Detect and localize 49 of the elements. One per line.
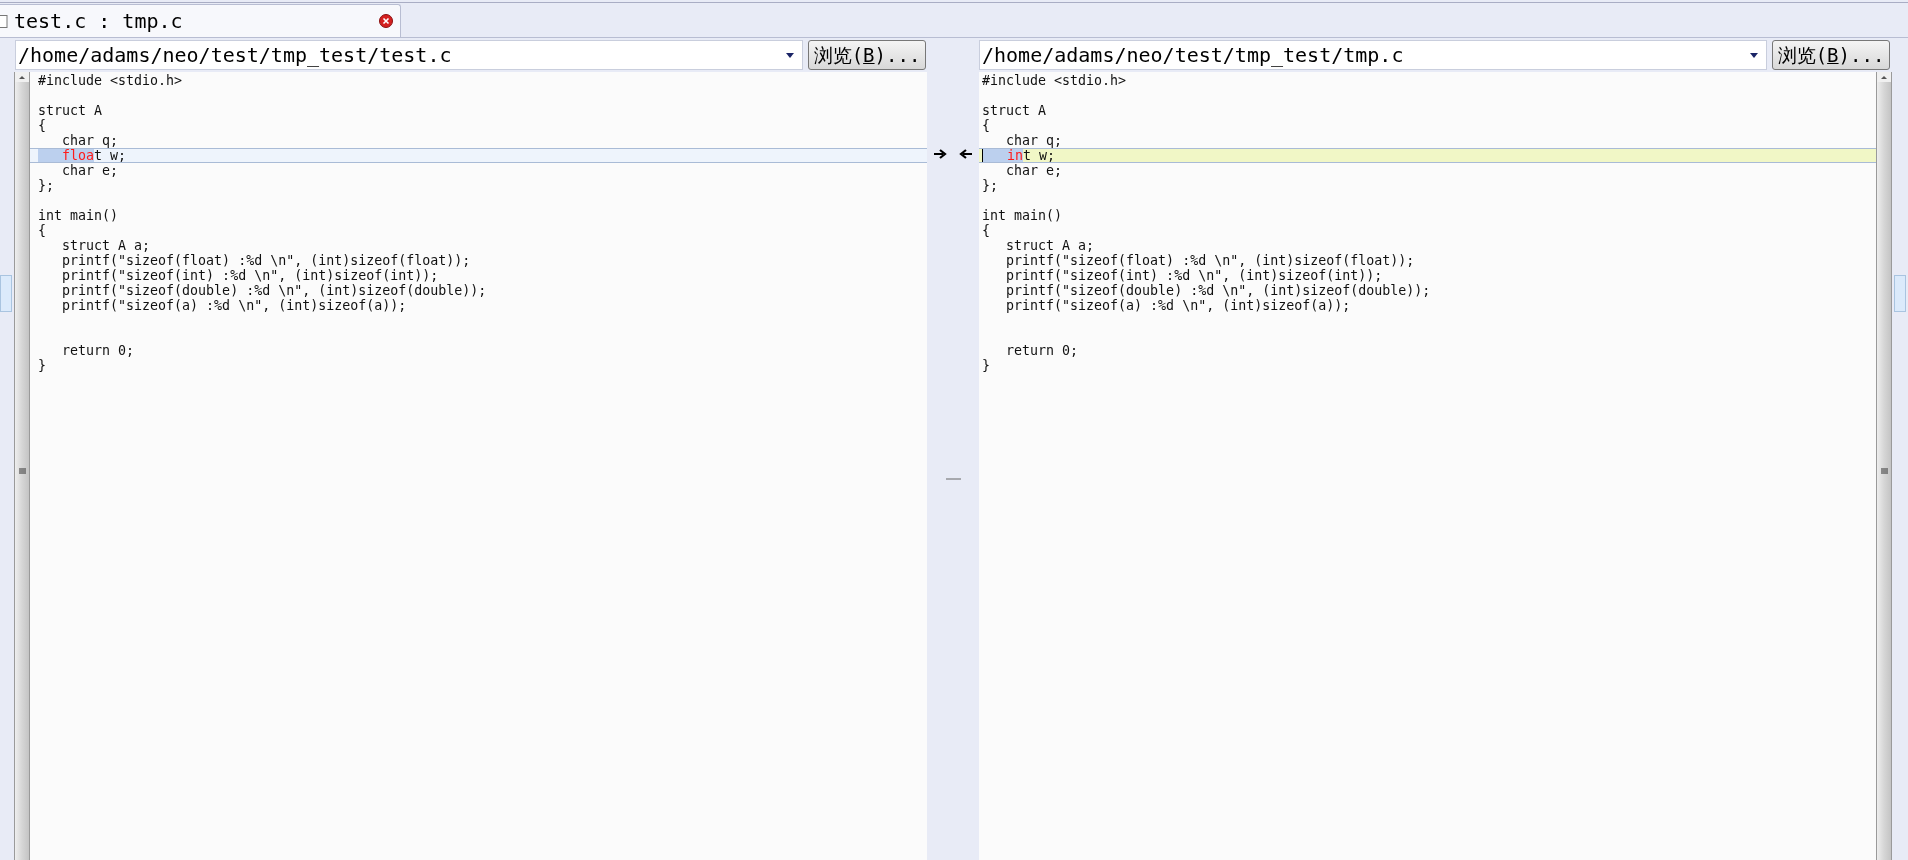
document-icon (0, 14, 8, 28)
arrow-left-icon[interactable] (959, 148, 973, 160)
code-line: printf("sizeof(a) :%d \n", (int)sizeof(a)); (1006, 299, 1351, 312)
code-line: int w; (1007, 149, 1056, 162)
code-line: printf("sizeof(int) :%d \n", (int)sizeof(int)); (1006, 269, 1383, 282)
arrow-right-icon[interactable] (933, 148, 947, 160)
grip-icon (1880, 467, 1888, 475)
code-line: struct A a; (62, 239, 151, 252)
close-icon[interactable] (379, 14, 393, 28)
code-line: printf("sizeof(a) :%d \n", (int)sizeof(a)); (62, 299, 407, 312)
code-line: printf("sizeof(float) :%d \n", (int)sizeof(float)); (1006, 254, 1415, 267)
grip-icon (18, 467, 26, 475)
code-line: { (982, 119, 990, 132)
code-line: }; (982, 179, 998, 192)
code-line: printf("sizeof(double) :%d \n", (int)sizeof(double)); (1006, 284, 1431, 297)
diff-overview-marker (0, 275, 12, 312)
code-line: printf("sizeof(int) :%d \n", (int)sizeof(int)); (62, 269, 439, 282)
dropdown-caret-icon (786, 52, 794, 58)
code-line: int main() (38, 209, 119, 222)
splitter-handle-icon[interactable] (945, 478, 961, 480)
code-line: { (38, 119, 46, 132)
code-line: { (38, 224, 46, 237)
file-tab[interactable]: test.c : tmp.c (0, 4, 401, 37)
path-dropdown[interactable]: /home/adams/neo/test/tmp_test/tmp.c (979, 40, 1767, 70)
code-line: printf("sizeof(double) :%d \n", (int)sizeof(double)); (62, 284, 487, 297)
code-line: struct A (982, 104, 1047, 117)
code-line: char e; (62, 164, 119, 177)
code-line: struct A (38, 104, 103, 117)
scrollbar[interactable] (14, 72, 30, 860)
code-line: #include <stdio.h> (38, 74, 183, 87)
code-line: int main() (982, 209, 1063, 222)
path-dropdown[interactable]: /home/adams/neo/test/tmp_test/test.c (15, 40, 803, 70)
code-line: struct A a; (1006, 239, 1095, 252)
code-line: printf("sizeof(float) :%d \n", (int)sizeof(float)); (62, 254, 471, 267)
code-line: return 0; (62, 344, 135, 357)
browse-button[interactable]: 浏览(B)... (808, 40, 926, 70)
code-line: } (38, 359, 46, 372)
scrollbar[interactable] (1876, 72, 1892, 860)
dropdown-caret-icon (1750, 52, 1758, 58)
code-line: #include <stdio.h> (982, 74, 1127, 87)
browse-button[interactable]: 浏览(B)... (1772, 40, 1890, 70)
diff-overview-marker (1894, 275, 1906, 312)
code-line: }; (38, 179, 54, 192)
code-line: { (982, 224, 990, 237)
code-line: char q; (1006, 134, 1063, 147)
code-line: char e; (1006, 164, 1063, 177)
code-line: } (982, 359, 990, 372)
code-line: char q; (62, 134, 119, 147)
code-line: return 0; (1006, 344, 1079, 357)
